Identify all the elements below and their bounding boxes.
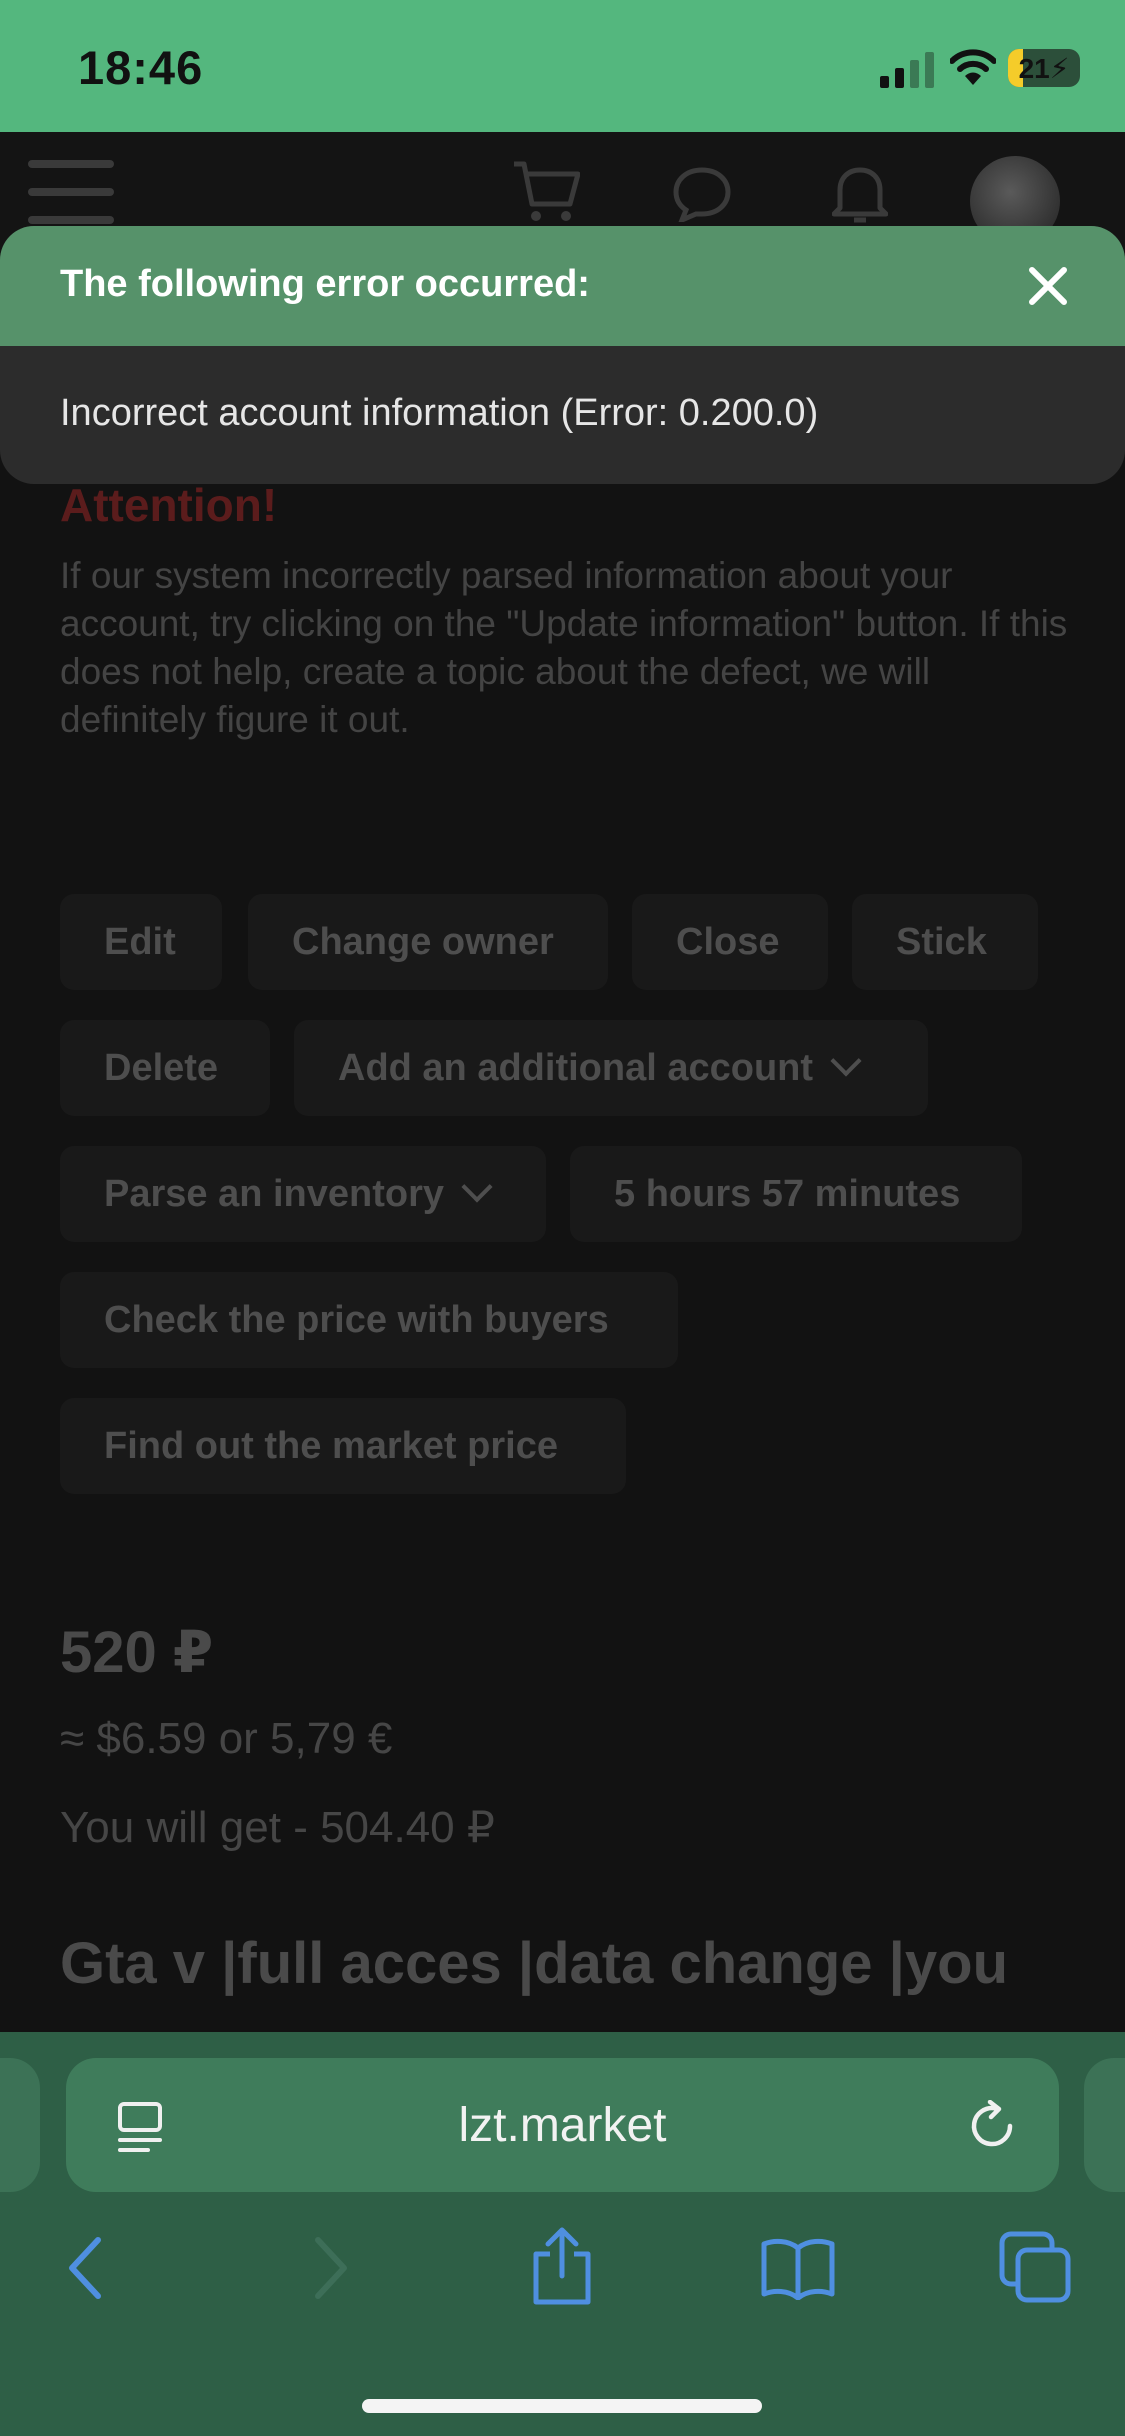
chevron-down-icon xyxy=(461,1171,493,1203)
chat-icon[interactable] xyxy=(672,166,732,222)
edit-label: Edit xyxy=(104,920,176,963)
error-header: The following error occurred: xyxy=(0,226,1125,346)
listing-title: Gta v |full acces |data change |you xyxy=(60,1931,1008,1996)
error-title: The following error occurred: xyxy=(60,263,590,305)
close-icon[interactable] xyxy=(1026,264,1070,308)
reload-icon[interactable] xyxy=(966,2100,1018,2152)
close-button[interactable]: Close xyxy=(632,894,828,990)
change-owner-button[interactable]: Change owner xyxy=(248,894,608,990)
stick-label: Stick xyxy=(896,920,987,963)
delete-button[interactable]: Delete xyxy=(60,1020,270,1116)
attention-title: Attention! xyxy=(60,479,278,531)
wifi-icon xyxy=(950,49,996,85)
check-price-label: Check the price with buyers xyxy=(104,1298,609,1341)
error-dialog: The following error occurred: Incorrect … xyxy=(0,226,1125,484)
tabs-icon[interactable] xyxy=(998,2230,1072,2304)
forward-icon[interactable] xyxy=(308,2236,352,2300)
timer-label: 5 hours 57 minutes xyxy=(614,1172,961,1215)
bookmarks-icon[interactable] xyxy=(760,2236,836,2300)
home-indicator[interactable] xyxy=(362,2399,762,2413)
price-approx: ≈ $6.59 or 5,79 € xyxy=(60,1714,393,1763)
stick-button[interactable]: Stick xyxy=(852,894,1038,990)
bell-icon[interactable] xyxy=(832,162,888,226)
add-account-dropdown[interactable]: Add an additional account xyxy=(294,1020,928,1116)
share-icon[interactable] xyxy=(528,2226,596,2306)
close-label: Close xyxy=(676,920,780,963)
price: 520 ₽ xyxy=(60,1620,214,1685)
battery-percent: 21⚡ xyxy=(1018,53,1070,84)
timer-button[interactable]: 5 hours 57 minutes xyxy=(570,1146,1022,1242)
back-icon[interactable] xyxy=(64,2236,108,2300)
cart-icon[interactable] xyxy=(512,160,580,224)
url-text[interactable]: lzt.market xyxy=(0,2098,1125,2153)
parse-inventory-dropdown[interactable]: Parse an inventory xyxy=(60,1146,546,1242)
market-price-label: Find out the market price xyxy=(104,1424,558,1467)
error-message: Incorrect account information (Error: 0.… xyxy=(60,392,819,434)
change-owner-label: Change owner xyxy=(292,920,554,963)
delete-label: Delete xyxy=(104,1046,219,1089)
attention-body: If our system incorrectly parsed informa… xyxy=(60,555,1068,740)
edit-button[interactable]: Edit xyxy=(60,894,222,990)
battery-charging-icon: 21⚡ xyxy=(1008,49,1080,87)
you-will-get: You will get - 504.40 ₽ xyxy=(60,1803,495,1852)
chevron-down-icon xyxy=(830,1045,862,1077)
parse-inventory-label: Parse an inventory xyxy=(104,1172,445,1215)
status-time: 18:46 xyxy=(78,41,204,94)
cellular-signal-icon xyxy=(880,52,934,88)
check-price-button[interactable]: Check the price with buyers xyxy=(60,1272,678,1368)
menu-icon[interactable] xyxy=(28,160,114,224)
market-price-button[interactable]: Find out the market price xyxy=(60,1398,626,1494)
add-account-label: Add an additional account xyxy=(338,1046,814,1089)
